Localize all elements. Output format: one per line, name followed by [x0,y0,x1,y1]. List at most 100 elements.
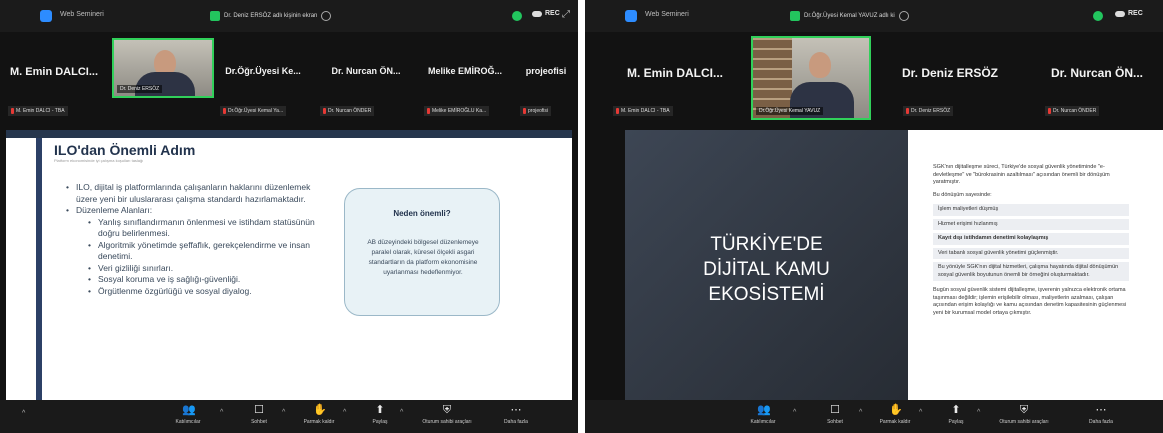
raise-hand-label: Parmak kaldır [879,419,911,425]
chevron-up-icon[interactable]: ^ [400,409,403,416]
security-icon[interactable] [1093,11,1103,21]
bullet-item: Sosyal koruma ve iş sağlığı-güvenliği. [66,274,331,286]
bullet-item: Veri gizliliği sınırları. [66,263,331,275]
chevron-up-icon[interactable]: ^ [343,409,346,416]
participant-tag: Melike EMİROĞLU Ka... [424,106,490,116]
chevron-up-icon[interactable]: ^ [793,409,796,416]
shield-icon: ⛨ [1019,404,1029,416]
hand-icon: ✋ [889,404,903,416]
viewing-banner[interactable]: Dr. Deniz ERSÖZ adlı kişinin ekran [210,10,332,22]
raise-hand-button[interactable]: ✋ Parmak kaldır [291,402,347,432]
participant-tile[interactable]: Dr. Deniz ERSÖZ Dr. Deniz ERSÖZ [885,40,1015,130]
view-options-icon[interactable] [321,11,332,21]
participant-name: Melike EMİROĞ... [427,66,503,76]
slide-title: TÜRKİYE'DE DİJİTAL KAMU EKOSİSTEMİ [625,232,908,307]
participant-tile[interactable]: projeofisi projeofisi [516,40,576,130]
bullet-item: Örgütlenme özgürlüğü ve sosyal diyalog. [66,286,331,298]
list-item: İşlem maliyetleri düşmüş [933,204,1129,216]
more-icon: ⋯ [510,404,522,416]
host-tools-button[interactable]: ⛨ Oturum sahibi araçları [410,402,484,432]
participant-tag: Dr. Deniz ERSÖZ [903,106,954,116]
participants-label: Katılımcılar [750,419,776,425]
raise-hand-label: Parmak kaldır [303,419,335,425]
bookshelf [753,38,793,118]
viewing-banner[interactable]: Dr.Öğr.Üyesi Kemal YAVUZ adlı ki [790,10,909,22]
chevron-up-icon[interactable]: ^ [282,409,285,416]
app-name: Web Semineri [645,11,689,18]
share-label: Paylaş [372,419,388,425]
chat-button[interactable]: ☐ Sohbet [231,402,287,432]
participant-tile[interactable]: M. Emin DALCI... M. Emin DALCI - TBA [605,40,745,130]
recording-indicator: REC [1115,10,1143,17]
host-tools-button[interactable]: ⛨ Oturum sahibi araçları [987,402,1061,432]
callout-box: Neden önemli? AB düzeyindeki bölgesel dü… [344,188,500,316]
lead-text: Bu dönüşüm sayesinde: [933,191,992,198]
hand-icon: ✋ [313,404,327,416]
recording-indicator: REC [532,10,560,17]
more-button[interactable]: ⋯ Daha fazla [1073,402,1129,432]
active-video-tile[interactable]: Dr. Deniz ERSÖZ [112,38,214,98]
list-item: Veri tabanlı sosyal güvenlik yönetimi gü… [933,247,1129,259]
chat-icon: ☐ [830,404,840,416]
security-icon[interactable] [512,11,522,21]
chat-icon: ☐ [254,404,264,416]
participants-button[interactable]: 👥 Katılımcılar [735,402,791,432]
app-name: Web Semineri [60,11,104,18]
slide-title: ILO'dan Önemli Adım [54,142,196,158]
share-button[interactable]: ⬆ Paylaş [928,402,984,432]
chevron-up-icon[interactable]: ^ [859,409,862,416]
participant-tag: M. Emin DALCI - TBA [8,106,68,116]
mic-muted-icon [1048,108,1051,114]
participant-tile[interactable]: Dr. Nurcan ÖN... Dr. Nurcan ÖNDER [1031,40,1163,130]
video-tag: Dr.Öğr.Üyesi Kemal YAVUZ [756,107,824,115]
participants-icon: 👥 [182,404,196,416]
participant-tile[interactable]: Dr. Nurcan ÖN... Dr. Nurcan ÖNDER [316,40,416,130]
view-options-icon[interactable] [898,11,909,21]
participant-strip: M. Emin DALCI... M. Emin DALCI - TBA Dr.… [585,32,1163,128]
share-button[interactable]: ⬆ Paylaş [352,402,408,432]
title-line: DİJİTAL KAMU [703,259,830,280]
shield-icon [210,11,220,21]
fullscreen-icon[interactable]: ⤢ [562,9,570,20]
slide-top-band [6,130,572,138]
raise-hand-button[interactable]: ✋ Parmak kaldır [867,402,923,432]
participants-icon: 👥 [757,404,771,416]
title-line: EKOSİSTEMİ [708,284,825,305]
toolbar-caret-icon[interactable]: ^ [22,410,25,417]
participant-name: M. Emin DALCI... [10,66,98,78]
meeting-toolbar: ^ 👥 Katılımcılar ^ ☐ Sohbet ^ ✋ Parmak k… [0,400,578,433]
mic-muted-icon [906,108,909,114]
more-button[interactable]: ⋯ Daha fazla [488,402,544,432]
zoom-window-right: Web Semineri Dr.Öğr.Üyesi Kemal YAVUZ ad… [585,0,1163,433]
chevron-up-icon[interactable]: ^ [919,409,922,416]
mic-muted-icon [323,108,326,114]
mic-muted-icon [616,108,619,114]
title-bar: Web Semineri Dr. Deniz ERSÖZ adlı kişini… [0,0,578,32]
participant-tile[interactable]: Dr.Öğr.Üyesi Ke... Dr.Öğr.Üyesi Kemal Ya… [216,40,310,130]
chevron-up-icon[interactable]: ^ [977,409,980,416]
share-icon: ⬆ [375,404,385,416]
list-item: Bu yönüyle SGK'nın dijital hizmetleri, ç… [933,262,1129,281]
participant-tile[interactable]: M. Emin DALCI... M. Emin DALCI - TBA [4,40,104,130]
chat-button[interactable]: ☐ Sohbet [807,402,863,432]
chat-label: Sohbet [827,419,843,425]
speaker-head [809,52,831,78]
zoom-window-left: Web Semineri Dr. Deniz ERSÖZ adlı kişini… [0,0,578,433]
participant-tile[interactable]: Melike EMİROĞ... Melike EMİROĞLU Ka... [420,40,510,130]
title-bar: Web Semineri Dr.Öğr.Üyesi Kemal YAVUZ ad… [585,0,1163,32]
cloud-icon [1115,10,1125,17]
zoom-logo-icon [625,10,637,22]
viewing-text: Dr. Deniz ERSÖZ adlı kişinin ekran [224,13,318,19]
participants-button[interactable]: 👥 Katılımcılar [160,402,216,432]
more-icon: ⋯ [1095,404,1107,416]
participant-tag: Dr.Öğr.Üyesi Kemal Ya... [220,106,287,116]
mic-muted-icon [427,108,430,114]
shared-screen: TÜRKİYE'DE DİJİTAL KAMU EKOSİSTEMİ SGK'n… [625,130,1163,400]
slide-subtitle: Platform ekonomisinde iyi çalışma koşull… [54,158,144,163]
active-video-tile[interactable]: Dr.Öğr.Üyesi Kemal YAVUZ [751,36,871,120]
chat-label: Sohbet [251,419,267,425]
chevron-up-icon[interactable]: ^ [220,409,223,416]
participant-name: Dr. Nurcan ÖN... [1050,66,1144,80]
participant-name: Dr. Deniz ERSÖZ [901,66,999,80]
callout-title: Neden önemli? [393,209,451,218]
